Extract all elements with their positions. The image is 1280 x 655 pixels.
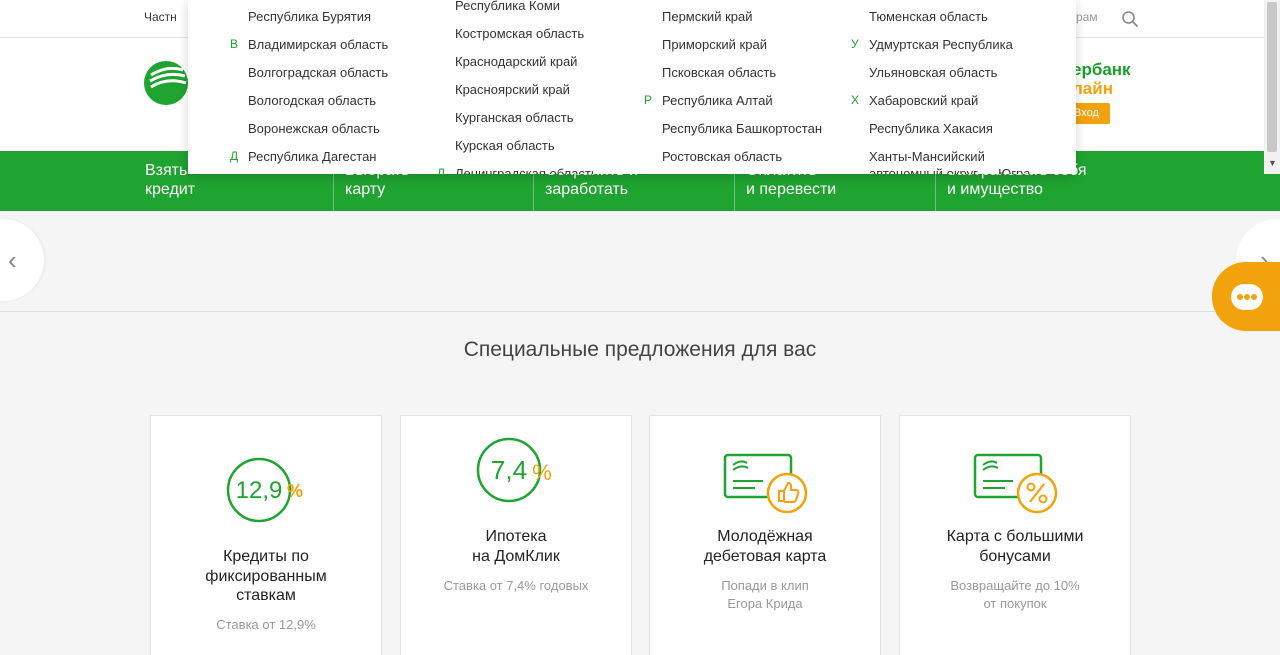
card-percent-icon <box>973 453 1058 514</box>
region-item[interactable]: Красноярский край <box>455 82 570 97</box>
region-letter: Х <box>851 93 860 107</box>
card-title-line: Ипотека <box>485 528 547 545</box>
region-item[interactable]: Краснодарский край <box>455 54 577 69</box>
card-title-line: Кредиты по <box>223 548 309 565</box>
card-title-line: бонусами <box>979 547 1051 565</box>
top-nav-private-link[interactable]: Частн <box>144 10 177 24</box>
region-item[interactable]: Воронежская область <box>248 121 380 136</box>
card-title-line: дебетовая карта <box>703 547 827 565</box>
region-item[interactable]: Костромская область <box>455 26 584 41</box>
nav-label-line2: заработать <box>545 181 629 198</box>
region-item[interactable]: Приморский край <box>662 37 767 52</box>
region-item[interactable]: Республика Алтай <box>662 93 773 108</box>
card-title: Кредиты по фиксированным ставкам <box>151 547 381 606</box>
card-title: Карта с большими бонусами <box>900 527 1130 566</box>
sber-online-link[interactable]: ербанк лайн <box>1072 60 1131 98</box>
online-brand-line2: лайн <box>1072 79 1113 98</box>
region-letter: У <box>851 37 859 51</box>
offer-card-mortgage[interactable]: 7,4 % Ипотека на ДомКлик Ставка от 7,4% … <box>400 415 632 655</box>
region-item[interactable]: Курская область <box>455 138 555 153</box>
region-item[interactable]: Пермский край <box>662 9 752 24</box>
region-letter: В <box>230 37 239 51</box>
nav-label-line2: и перевести <box>746 181 837 198</box>
nav-label-line2: и имущество <box>947 181 1043 198</box>
region-letter: Р <box>644 93 653 107</box>
credit-rate-value: 12,9 <box>236 477 283 504</box>
card-like-icon <box>723 453 808 514</box>
rate-circle-icon: 7,4 % <box>476 437 552 503</box>
region-item[interactable]: Тюменская область <box>869 9 988 24</box>
region-item[interactable]: Республика Дагестан <box>248 149 376 164</box>
offer-card-youth-debit[interactable]: Молодёжная дебетовая карта Попади в клип… <box>649 415 881 655</box>
card-subtitle-line: Попади в клип <box>721 578 809 593</box>
card-subtitle-line: Возвращайте до 10% <box>950 578 1080 593</box>
region-item[interactable]: Ульяновская область <box>869 65 997 80</box>
region-item[interactable]: Республика Башкортостан <box>662 121 822 136</box>
region-item[interactable]: Курганская область <box>455 110 574 125</box>
top-nav-right-link[interactable]: рам <box>1076 10 1098 24</box>
rate-circle-icon: 12,9 % <box>226 457 303 523</box>
region-item[interactable]: Псковская область <box>662 65 776 80</box>
region-letter: Д <box>230 149 239 163</box>
card-subtitle: Ставка от 12,9% <box>216 617 316 632</box>
region-item[interactable]: Ростовская область <box>662 149 782 164</box>
scrollbar-thumb[interactable] <box>1267 2 1277 152</box>
card-subtitle-line: Егора Крида <box>727 596 803 611</box>
chat-button[interactable] <box>1212 262 1280 331</box>
region-item[interactable]: Республика Коми <box>455 0 560 13</box>
search-icon[interactable] <box>1121 10 1139 28</box>
mortgage-rate-unit: % <box>532 460 552 485</box>
region-item[interactable]: Волгоградская область <box>248 65 388 80</box>
card-title: Ипотека на ДомКлик <box>401 527 631 566</box>
card-title-line: Карта с большими <box>946 528 1084 545</box>
card-title-line: ставкам <box>236 587 296 604</box>
card-title-line: фиксированным <box>205 567 327 585</box>
card-subtitle: Попади в клип Егора Крида <box>650 577 880 613</box>
offer-card-credit[interactable]: 12,9 % Кредиты по фиксированным ставкам … <box>150 415 382 655</box>
card-title: Молодёжная дебетовая карта <box>650 527 880 566</box>
promo-carousel: ‹ › <box>0 211 1280 312</box>
region-item[interactable]: автономный округ — Югра <box>869 166 1030 174</box>
card-subtitle: Ставка от 7,4% годовых <box>443 578 589 593</box>
chevron-left-icon: ‹ <box>8 245 17 275</box>
sber-logo-icon[interactable] <box>143 60 189 106</box>
card-subtitle-line: от покупок <box>983 596 1047 611</box>
offer-card-bonus[interactable]: Карта с большими бонусами Возвращайте до… <box>899 415 1131 655</box>
region-item[interactable]: Ханты-Мансийский <box>869 149 985 164</box>
section-title: Специальные предложения для вас <box>463 338 817 361</box>
chat-icon <box>1231 284 1263 310</box>
card-title-line: на ДомКлик <box>472 547 560 565</box>
nav-label-line2: карту <box>345 181 386 198</box>
region-dropdown: Республика Бурятия В Владимирская област… <box>188 0 1076 174</box>
scroll-down-arrow-icon[interactable]: ▼ <box>1268 158 1277 168</box>
region-letter: Л <box>437 166 445 174</box>
region-item[interactable]: Вологодская область <box>248 93 376 108</box>
nav-label-line2: кредит <box>145 181 196 198</box>
region-item[interactable]: Удмуртская Республика <box>869 37 1013 52</box>
region-item[interactable]: Республика Бурятия <box>248 9 371 24</box>
region-item[interactable]: Владимирская область <box>248 37 388 52</box>
page-scrollbar[interactable]: ▼ <box>1264 0 1280 174</box>
card-title-line: Молодёжная <box>717 528 813 545</box>
credit-rate-unit: % <box>287 481 303 501</box>
region-item[interactable]: Ленинградская область <box>455 166 598 174</box>
region-item[interactable]: Хабаровский край <box>869 93 978 108</box>
card-subtitle: Возвращайте до 10% от покупок <box>900 577 1130 613</box>
region-item[interactable]: Республика Хакасия <box>869 121 993 136</box>
carousel-prev-button[interactable]: ‹ <box>0 219 44 301</box>
online-brand-line1: ербанк <box>1072 60 1131 79</box>
mortgage-rate-value: 7,4 <box>491 455 527 485</box>
